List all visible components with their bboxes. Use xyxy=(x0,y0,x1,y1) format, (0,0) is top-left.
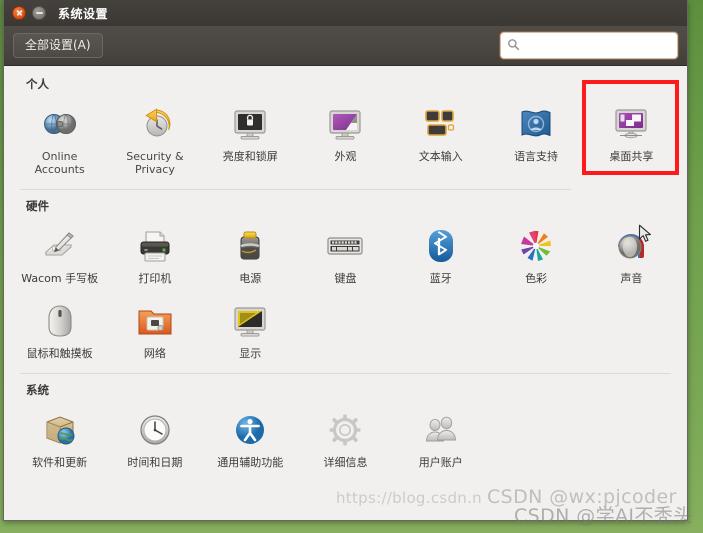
tile-label: Security & Privacy xyxy=(126,150,184,177)
grid-personal: Online Accounts Security & Privacy 亮度和锁屏… xyxy=(12,96,679,183)
section-title-system: 系统 xyxy=(26,382,49,397)
tile-language-support[interactable]: 语言支持 xyxy=(488,96,583,183)
title-bar: 系统设置 xyxy=(4,0,687,26)
tile-keyboard[interactable]: 键盘 xyxy=(298,218,393,291)
tile-desktop-sharing[interactable]: 桌面共享 xyxy=(584,96,679,183)
tile-label: Online Accounts xyxy=(34,150,85,177)
toolbar: 全部设置(A) xyxy=(4,26,687,66)
tile-text-entry[interactable]: 文本输入 xyxy=(393,96,488,183)
tile-label: 详细信息 xyxy=(323,455,368,469)
tile-label: 声音 xyxy=(620,271,643,285)
time-date-icon xyxy=(132,407,178,453)
software-updates-icon xyxy=(37,407,83,453)
tile-software-updates[interactable]: 软件和更新 xyxy=(12,402,107,475)
language-support-icon xyxy=(513,101,559,147)
tile-online-accounts[interactable]: Online Accounts xyxy=(12,96,107,183)
tile-label: 桌面共享 xyxy=(609,150,654,163)
tile-label: 显示 xyxy=(239,347,262,361)
tile-wacom-tablet[interactable]: Wacom 手写板 xyxy=(12,218,107,291)
section-title-hardware: 硬件 xyxy=(26,198,49,213)
user-accounts-icon xyxy=(418,407,464,453)
search-input[interactable] xyxy=(524,38,671,53)
minimize-icon[interactable] xyxy=(32,6,46,20)
search-icon xyxy=(507,36,520,55)
tile-label: 键盘 xyxy=(334,271,357,285)
tile-label: 鼠标和触摸板 xyxy=(26,347,93,361)
tile-brightness-lock[interactable]: 亮度和锁屏 xyxy=(203,96,298,183)
tile-label: 网络 xyxy=(143,347,166,361)
all-settings-button[interactable]: 全部设置(A) xyxy=(13,33,103,58)
tile-label: 时间和日期 xyxy=(127,455,183,469)
settings-content: 个人 Online Accounts Security & Privacy 亮度… xyxy=(4,66,687,520)
tile-label: 软件和更新 xyxy=(32,455,88,469)
tile-time-date[interactable]: 时间和日期 xyxy=(107,402,202,475)
tile-security-privacy[interactable]: Security & Privacy xyxy=(107,96,202,183)
section-hardware: 硬件 Wacom 手写板 打印机 电源 键盘 蓝牙 色彩 声音 鼠标和触摸板 网… xyxy=(12,198,679,367)
close-icon[interactable] xyxy=(12,6,26,20)
tile-sound[interactable]: 声音 xyxy=(584,218,679,291)
tile-label: 打印机 xyxy=(138,271,172,285)
tile-appearance[interactable]: 外观 xyxy=(298,96,393,183)
tile-label: 外观 xyxy=(334,150,357,163)
sound-icon xyxy=(608,223,654,269)
tile-label: Wacom 手写板 xyxy=(21,271,99,285)
tile-displays[interactable]: 显示 xyxy=(203,293,298,366)
network-icon xyxy=(132,298,178,344)
tile-label: 电源 xyxy=(239,271,262,285)
printer-icon xyxy=(132,223,178,269)
tile-universal-access[interactable]: 通用辅助功能 xyxy=(203,402,298,475)
tile-bluetooth[interactable]: 蓝牙 xyxy=(393,218,488,291)
tile-power[interactable]: 电源 xyxy=(203,218,298,291)
tile-mouse-touchpad[interactable]: 鼠标和触摸板 xyxy=(12,293,107,366)
tile-user-accounts[interactable]: 用户账户 xyxy=(393,402,488,475)
tile-label: 文本输入 xyxy=(418,150,463,163)
tile-label: 亮度和锁屏 xyxy=(222,150,278,163)
color-icon xyxy=(513,223,559,269)
section-divider xyxy=(20,372,671,374)
details-icon xyxy=(322,407,368,453)
grid-system: 软件和更新 时间和日期 通用辅助功能 详细信息 用户账户 xyxy=(12,402,679,475)
section-title-personal: 个人 xyxy=(26,77,49,91)
system-settings-window: 系统设置 全部设置(A) 个人 Online Accounts Security… xyxy=(3,0,688,521)
appearance-icon xyxy=(322,101,368,147)
universal-access-icon xyxy=(227,407,273,453)
section-divider xyxy=(20,188,571,190)
tile-details[interactable]: 详细信息 xyxy=(298,402,393,475)
keyboard-icon xyxy=(322,223,368,269)
text-entry-icon xyxy=(418,101,464,147)
window-title: 系统设置 xyxy=(58,6,109,21)
bluetooth-icon xyxy=(418,223,464,269)
displays-icon xyxy=(227,298,273,344)
section-system: 系统 软件和更新 时间和日期 通用辅助功能 详细信息 用户账户 xyxy=(12,382,679,475)
grid-hardware: Wacom 手写板 打印机 电源 键盘 蓝牙 色彩 声音 鼠标和触摸板 网络 显… xyxy=(12,218,679,367)
wacom-tablet-icon xyxy=(37,223,83,269)
tile-color[interactable]: 色彩 xyxy=(488,218,583,291)
tile-label: 用户账户 xyxy=(418,455,463,469)
tile-printer[interactable]: 打印机 xyxy=(107,218,202,291)
brightness-lock-icon xyxy=(227,101,273,147)
mouse-touchpad-icon xyxy=(37,298,83,344)
tile-label: 色彩 xyxy=(525,271,548,285)
search-box[interactable] xyxy=(500,32,678,59)
tile-label: 通用辅助功能 xyxy=(217,455,284,469)
tile-label: 语言支持 xyxy=(514,150,559,163)
security-privacy-icon xyxy=(132,101,178,147)
online-accounts-icon xyxy=(37,101,83,147)
section-personal: 个人 Online Accounts Security & Privacy 亮度… xyxy=(12,76,679,183)
desktop-sharing-icon xyxy=(608,101,654,147)
power-icon xyxy=(227,223,273,269)
tile-label: 蓝牙 xyxy=(429,271,452,285)
tile-network[interactable]: 网络 xyxy=(107,293,202,366)
